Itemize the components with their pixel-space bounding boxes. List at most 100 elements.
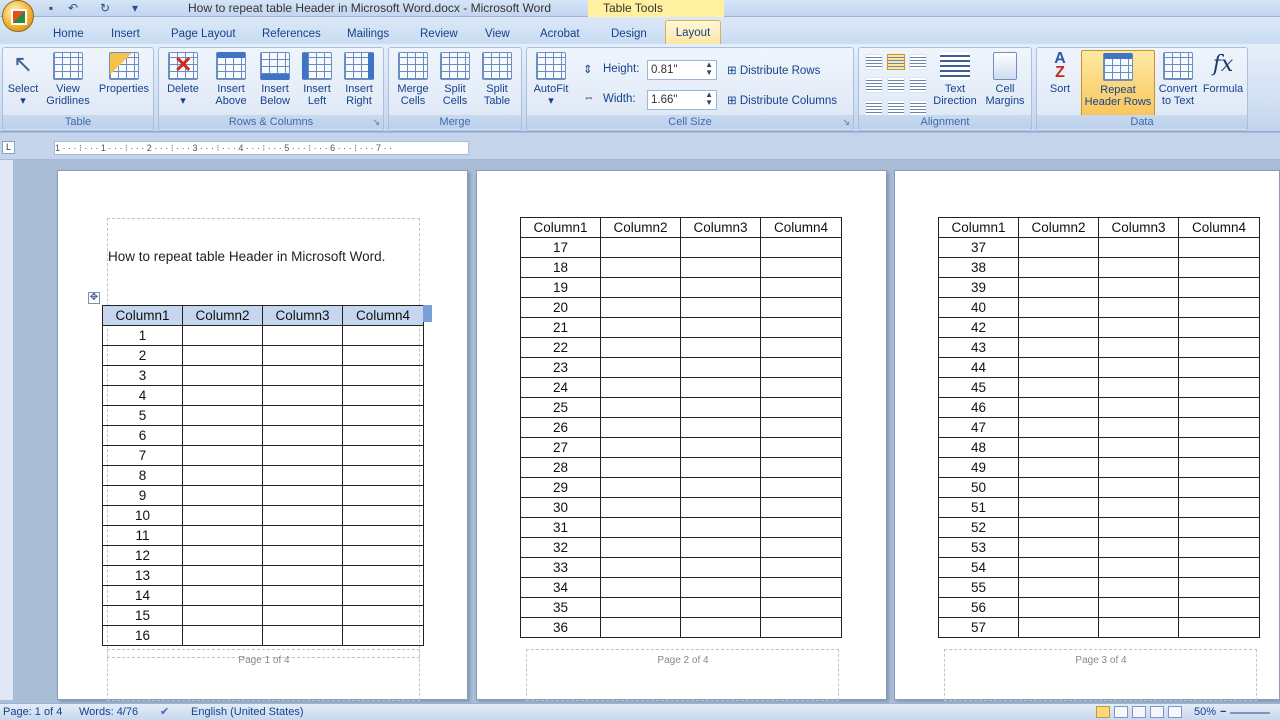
table-row[interactable]: 29 <box>520 477 842 498</box>
align-top-right-icon[interactable] <box>909 54 927 70</box>
table-cell[interactable]: 52 <box>938 517 1019 538</box>
table-cell[interactable] <box>680 517 761 538</box>
table-row[interactable]: 54 <box>938 557 1260 578</box>
table-cell[interactable] <box>1018 537 1099 558</box>
table-cell[interactable]: 12 <box>102 545 183 566</box>
table-cell[interactable] <box>182 365 263 386</box>
table-cell[interactable] <box>600 617 681 638</box>
table-cell[interactable] <box>600 377 681 398</box>
table-move-handle-icon[interactable]: ✥ <box>88 292 100 304</box>
table-row[interactable]: 53 <box>938 537 1260 558</box>
align-top-left-icon[interactable] <box>865 54 883 70</box>
table-cell[interactable]: 25 <box>520 397 601 418</box>
table-cell[interactable]: 11 <box>102 525 183 546</box>
table-cell[interactable] <box>1098 317 1179 338</box>
table-cell[interactable] <box>1178 497 1260 518</box>
table-cell[interactable] <box>1098 257 1179 278</box>
table-row[interactable]: 38 <box>938 257 1260 278</box>
header-cell[interactable]: Column4 <box>760 217 842 238</box>
header-cell[interactable]: Column2 <box>600 217 681 238</box>
table-cell[interactable]: 14 <box>102 585 183 606</box>
table-cell[interactable] <box>262 465 343 486</box>
table-cell[interactable] <box>1098 377 1179 398</box>
view-gridlines-button[interactable]: View Gridlines <box>43 52 93 107</box>
vertical-ruler[interactable] <box>0 160 14 700</box>
table-cell[interactable] <box>1098 237 1179 258</box>
header-cell[interactable]: Column1 <box>520 217 601 238</box>
full-screen-reading-view-icon[interactable] <box>1114 706 1128 718</box>
zoom-slider[interactable] <box>1230 712 1270 714</box>
insert-left-button[interactable]: Insert Left <box>297 52 337 107</box>
cell-size-dialog-launcher-icon[interactable]: ↘ <box>842 117 850 128</box>
table-cell[interactable] <box>1018 477 1099 498</box>
table-cell[interactable] <box>1178 257 1260 278</box>
table-cell[interactable] <box>1018 237 1099 258</box>
table-row[interactable]: 43 <box>938 337 1260 358</box>
table-cell[interactable] <box>760 357 842 378</box>
table-row[interactable]: 20 <box>520 297 842 318</box>
table-cell[interactable] <box>680 437 761 458</box>
table-row[interactable]: 52 <box>938 517 1260 538</box>
table-cell[interactable] <box>1018 257 1099 278</box>
table-row[interactable]: 12 <box>102 545 424 566</box>
table-cell[interactable]: 54 <box>938 557 1019 578</box>
table-row[interactable]: 33 <box>520 557 842 578</box>
table-cell[interactable] <box>1098 357 1179 378</box>
table-cell[interactable] <box>1018 517 1099 538</box>
table-cell[interactable] <box>182 545 263 566</box>
table-cell[interactable] <box>680 597 761 618</box>
table-cell[interactable]: 28 <box>520 457 601 478</box>
table-row[interactable]: 35 <box>520 597 842 618</box>
table-row[interactable]: 11 <box>102 525 424 546</box>
table-cell[interactable] <box>262 625 343 646</box>
table-cell[interactable] <box>262 445 343 466</box>
redo-icon[interactable]: ↻ <box>98 1 112 15</box>
table-cell[interactable] <box>600 517 681 538</box>
table-cell[interactable] <box>760 537 842 558</box>
table-cell[interactable] <box>1178 537 1260 558</box>
table-cell[interactable] <box>600 477 681 498</box>
formula-button[interactable]: fx Formula <box>1201 52 1245 95</box>
table-cell[interactable]: 34 <box>520 577 601 598</box>
table-cell[interactable] <box>342 565 424 586</box>
table-cell[interactable] <box>760 617 842 638</box>
table-row[interactable]: 24 <box>520 377 842 398</box>
table-cell[interactable] <box>680 577 761 598</box>
table-cell[interactable] <box>680 237 761 258</box>
table-cell[interactable] <box>182 425 263 446</box>
table-cell[interactable]: 27 <box>520 437 601 458</box>
table-cell[interactable] <box>680 457 761 478</box>
table-cell[interactable] <box>600 357 681 378</box>
table-row[interactable]: 28 <box>520 457 842 478</box>
table-cell[interactable] <box>600 237 681 258</box>
text-direction-button[interactable]: Text Direction <box>931 52 979 107</box>
table-cell[interactable] <box>182 325 263 346</box>
table-cell[interactable] <box>1098 497 1179 518</box>
table-cell[interactable]: 19 <box>520 277 601 298</box>
table-cell[interactable] <box>1098 597 1179 618</box>
table-header-row[interactable]: Column1 Column2 Column3 Column4 <box>938 217 1260 238</box>
table-cell[interactable] <box>600 497 681 518</box>
table-cell[interactable] <box>342 405 424 426</box>
table-cell[interactable] <box>680 277 761 298</box>
table-cell[interactable] <box>760 557 842 578</box>
width-spinner-icon[interactable]: ▲ ▼ <box>705 91 713 107</box>
table-cell[interactable] <box>680 337 761 358</box>
table-row[interactable]: 36 <box>520 617 842 638</box>
table-row[interactable]: 5 <box>102 405 424 426</box>
table-cell[interactable] <box>680 397 761 418</box>
table-cell[interactable] <box>1098 477 1179 498</box>
table-cell[interactable]: 16 <box>102 625 183 646</box>
table-cell[interactable] <box>262 565 343 586</box>
table-row[interactable]: 25 <box>520 397 842 418</box>
table-cell[interactable] <box>1098 617 1179 638</box>
table-cell[interactable]: 13 <box>102 565 183 586</box>
table-cell[interactable]: 8 <box>102 465 183 486</box>
table-cell[interactable]: 26 <box>520 417 601 438</box>
table-row[interactable]: 18 <box>520 257 842 278</box>
table-cell[interactable] <box>600 297 681 318</box>
table-row[interactable]: 15 <box>102 605 424 626</box>
table-row[interactable]: 19 <box>520 277 842 298</box>
table-cell[interactable] <box>600 597 681 618</box>
table-cell[interactable] <box>342 325 424 346</box>
